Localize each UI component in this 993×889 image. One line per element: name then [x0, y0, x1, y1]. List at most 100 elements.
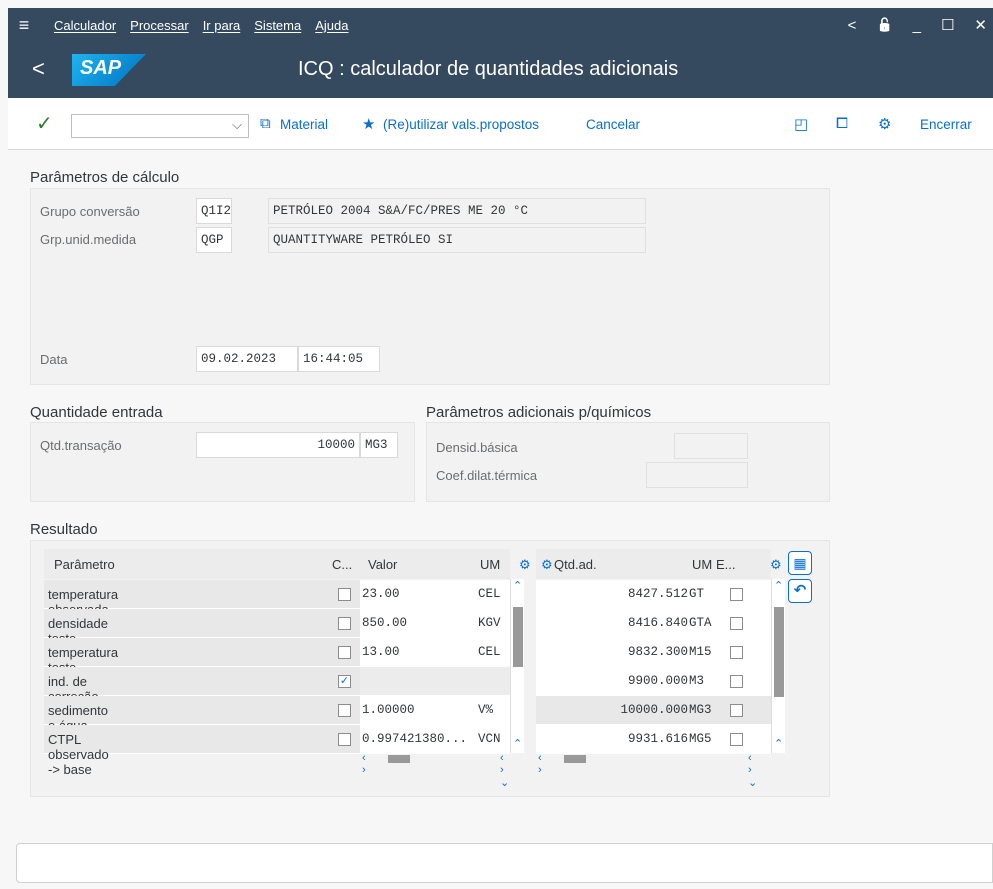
um-cell: KGV	[478, 616, 501, 630]
reuse-values-button[interactable]: (Re)utilizar vals.propostos	[383, 117, 539, 132]
valor-cell[interactable]: 23.00	[362, 580, 400, 608]
scroll-thumb[interactable]	[774, 607, 784, 697]
right-hscroll-arrows-icon-right[interactable]: ‹ › ⌄	[748, 752, 757, 789]
qty-um-cell: M15	[689, 645, 712, 659]
undo-button[interactable]: ↶	[788, 579, 812, 603]
check-icon[interactable]: ✓	[36, 111, 53, 136]
time-field[interactable]: 16:44:05	[298, 346, 380, 372]
table-settings-icon[interactable]: ⚙	[770, 549, 782, 579]
row-checkbox[interactable]	[338, 617, 351, 630]
input-qty-title: Quantidade entrada	[30, 404, 163, 421]
close-icon[interactable]: ✕	[974, 16, 987, 34]
left-hscroll-arrows-icon[interactable]: ‹ ›	[362, 752, 366, 776]
result-title: Resultado	[30, 521, 98, 538]
command-field[interactable]: ⌵	[71, 114, 249, 138]
scroll-up-icon[interactable]: ⌃	[513, 579, 522, 592]
qty-um-cell: GTA	[689, 616, 712, 630]
row-checkbox[interactable]	[338, 704, 351, 717]
valor-cell[interactable]: 0.997421380...	[362, 725, 467, 753]
scroll-up-icon-bottom[interactable]: ⌃	[513, 737, 522, 750]
valor-cell[interactable]: 850.00	[362, 609, 407, 637]
table-row-valor-cell[interactable]	[360, 667, 510, 696]
qty-row-checkbox[interactable]	[730, 646, 743, 659]
scroll-up-icon-bottom[interactable]: ⌃	[774, 737, 783, 750]
param-name: temperatura observada	[48, 587, 119, 617]
hamburger-menu-icon[interactable]: ≡	[8, 15, 40, 36]
star-icon[interactable]: ★	[362, 115, 375, 133]
col-header-parametro[interactable]: Parâmetro	[54, 549, 115, 579]
right-grid-scrollbar[interactable]: ⌃ ⌃	[771, 579, 785, 753]
exit-button[interactable]: Encerrar	[920, 117, 972, 132]
grp-unid-medida-field[interactable]: QGP	[196, 227, 232, 253]
scroll-thumb[interactable]	[513, 607, 523, 667]
right-hscroll-thumb[interactable]	[564, 755, 586, 763]
param-name: sedimento e água	[48, 703, 108, 733]
restore-window-icon[interactable]: ⧠	[836, 115, 848, 132]
qtd-cell: 8427.512	[627, 587, 688, 601]
right-grid-settings-icon[interactable]: ⚙	[541, 549, 553, 579]
material-button[interactable]: Material	[280, 117, 328, 132]
qty-row-checkbox[interactable]	[730, 617, 743, 630]
left-hscroll-arrows-icon-right[interactable]: ‹ › ⌄	[500, 752, 509, 789]
row-checkbox[interactable]	[338, 646, 351, 659]
row-checkbox[interactable]: ✓	[338, 675, 351, 688]
right-hscroll-arrows-icon[interactable]: ‹ ›	[538, 752, 542, 776]
um-cell: CEL	[478, 645, 501, 659]
settings-icon[interactable]: ⚙	[878, 115, 891, 133]
row-checkbox[interactable]	[338, 588, 351, 601]
col-header-valor[interactable]: Valor	[368, 549, 397, 579]
valor-cell[interactable]: 13.00	[362, 638, 400, 666]
param-name: ind. de correção de hidrômetro	[48, 674, 110, 734]
menu-item-sistema[interactable]: Sistema	[254, 18, 301, 33]
lock-icon[interactable]: 🔓	[876, 17, 892, 33]
left-grid-scrollbar[interactable]: ⌃ ⌃	[510, 579, 524, 753]
cancel-button[interactable]: Cancelar	[586, 117, 640, 132]
um-cell: V%	[478, 703, 494, 717]
menu-item-calculador[interactable]: Calculador	[54, 18, 116, 33]
title-bar: < SAP ICQ : calculador de quantidades ad…	[8, 42, 993, 98]
menu-item-processar[interactable]: Processar	[130, 18, 189, 33]
qty-um-cell: MG5	[689, 732, 712, 746]
qtd-unit-field[interactable]: MG3	[360, 432, 398, 458]
chevron-down-icon[interactable]: ⌵	[232, 117, 242, 133]
qty-row-checkbox[interactable]	[730, 588, 743, 601]
qty-row-checkbox[interactable]	[730, 675, 743, 688]
calculator-icon: ▦	[793, 555, 807, 571]
undo-icon: ↶	[793, 582, 807, 599]
minimize-icon[interactable]: _	[913, 17, 921, 34]
col-header-qtd[interactable]: Qtd.ad.	[554, 549, 597, 579]
left-hscroll-thumb[interactable]	[388, 755, 410, 763]
back-icon[interactable]: <	[32, 56, 45, 82]
collapse-arrow-icon[interactable]: <	[848, 17, 857, 34]
col-header-um-right[interactable]: UM	[692, 549, 712, 579]
col-header-c[interactable]: C...	[332, 549, 352, 579]
valor-cell[interactable]: 1.00000	[362, 696, 415, 724]
menu-item-ir-para[interactable]: Ir para	[203, 18, 241, 33]
qtd-cell: 9832.300	[627, 645, 688, 659]
param-name: CTPL observado -> base	[48, 732, 109, 777]
maximize-icon[interactable]: ☐	[941, 16, 954, 34]
grupo-conversao-desc: PETRÓLEO 2004 S&A/FC/PRES ME 20 °C	[268, 198, 646, 224]
date-field[interactable]: 09.02.2023	[196, 346, 298, 372]
sap-logo: SAP	[72, 54, 146, 86]
densid-basica-field	[674, 433, 748, 459]
col-header-e[interactable]: E...	[716, 549, 736, 579]
menu-item-ajuda[interactable]: Ajuda	[315, 18, 348, 33]
param-name: densidade teste	[48, 616, 108, 646]
left-grid-settings-icon[interactable]: ⚙	[519, 549, 531, 579]
scroll-up-icon[interactable]: ⌃	[774, 579, 783, 592]
new-window-icon[interactable]: ◰	[794, 115, 808, 133]
coef-dilat-field	[646, 462, 748, 488]
calc-params-title: Parâmetros de cálculo	[30, 169, 180, 186]
grupo-conversao-field[interactable]: Q1I2	[196, 198, 232, 224]
row-checkbox[interactable]	[338, 733, 351, 746]
qty-row-checkbox[interactable]	[730, 704, 743, 717]
calculator-button[interactable]: ▦	[788, 551, 812, 575]
material-icon[interactable]: ⧉	[260, 115, 271, 132]
qty-row-checkbox[interactable]	[730, 733, 743, 746]
status-bar	[16, 843, 993, 883]
qty-um-cell: M3	[689, 674, 705, 688]
qtd-transacao-field[interactable]: 10000	[196, 432, 360, 458]
col-header-um-left[interactable]: UM	[480, 549, 500, 579]
grp-unid-medida-label: Grp.unid.medida	[40, 232, 137, 247]
